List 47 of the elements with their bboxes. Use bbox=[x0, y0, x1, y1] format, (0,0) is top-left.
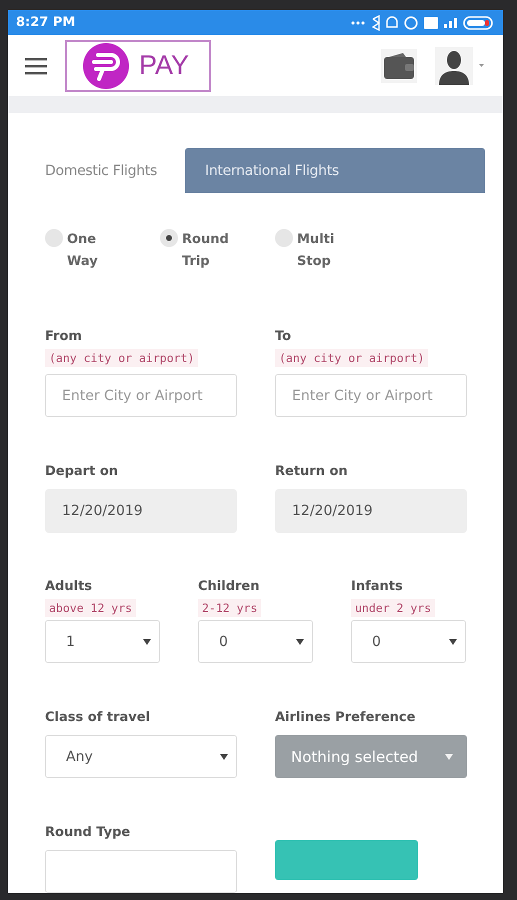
user-avatar-icon[interactable] bbox=[435, 46, 485, 85]
radio-label: Multi Stop bbox=[297, 231, 336, 271]
caret-icon bbox=[296, 638, 304, 644]
flight-tab[interactable]: Domestic Flights bbox=[45, 148, 185, 193]
field-hint: above 12 yrs bbox=[45, 599, 136, 617]
field-hint: (any city or airport) bbox=[45, 349, 198, 367]
field-label: From bbox=[45, 328, 82, 346]
battery-icon bbox=[463, 16, 493, 30]
field-label: Class of travel bbox=[45, 709, 150, 727]
caret-icon bbox=[143, 638, 151, 644]
radio-label: Round Trip bbox=[182, 231, 230, 271]
date-field[interactable]: 12/20/2019 bbox=[45, 489, 237, 533]
radio-button[interactable] bbox=[275, 229, 293, 247]
bell-icon bbox=[386, 16, 398, 30]
city-input[interactable]: Enter City or Airport bbox=[45, 374, 237, 417]
city-input[interactable]: Enter City or Airport bbox=[275, 374, 467, 417]
wallet-icon[interactable] bbox=[381, 48, 417, 83]
field-hint: (any city or airport) bbox=[275, 349, 428, 367]
field-label: To bbox=[275, 328, 292, 346]
more-icon bbox=[351, 20, 366, 25]
caret-icon bbox=[445, 754, 453, 760]
radio-label: One Way bbox=[67, 231, 99, 271]
field-hint: 2-12 yrs bbox=[198, 599, 262, 617]
logo-icon bbox=[83, 42, 129, 89]
field-label: Infants bbox=[351, 578, 403, 596]
logo-text: PAY bbox=[139, 50, 190, 82]
logo[interactable]: PAY bbox=[65, 40, 211, 92]
signal-icon bbox=[444, 18, 457, 28]
field-label: Depart on bbox=[45, 463, 118, 481]
radio-button[interactable] bbox=[45, 229, 63, 247]
status-time: 8:27 PM bbox=[16, 15, 76, 30]
count-select[interactable]: 0 bbox=[351, 620, 466, 663]
field-label: Adults bbox=[45, 578, 92, 596]
radio-button[interactable] bbox=[160, 229, 178, 247]
caret-icon bbox=[220, 754, 228, 760]
count-select[interactable]: 1 bbox=[45, 620, 160, 663]
field-hint: under 2 yrs bbox=[351, 599, 436, 617]
bluetooth-icon bbox=[372, 14, 380, 31]
field-label: Return on bbox=[275, 463, 348, 481]
field-label: Round Type bbox=[45, 824, 130, 842]
field-label: Children bbox=[198, 578, 260, 596]
field-label: Airlines Preference bbox=[275, 709, 416, 727]
caret-icon bbox=[449, 638, 457, 644]
date-field[interactable]: 12/20/2019 bbox=[275, 489, 467, 533]
count-select[interactable]: 0 bbox=[198, 620, 313, 663]
class-select[interactable]: Any bbox=[45, 735, 237, 778]
menu-icon[interactable] bbox=[25, 56, 47, 75]
